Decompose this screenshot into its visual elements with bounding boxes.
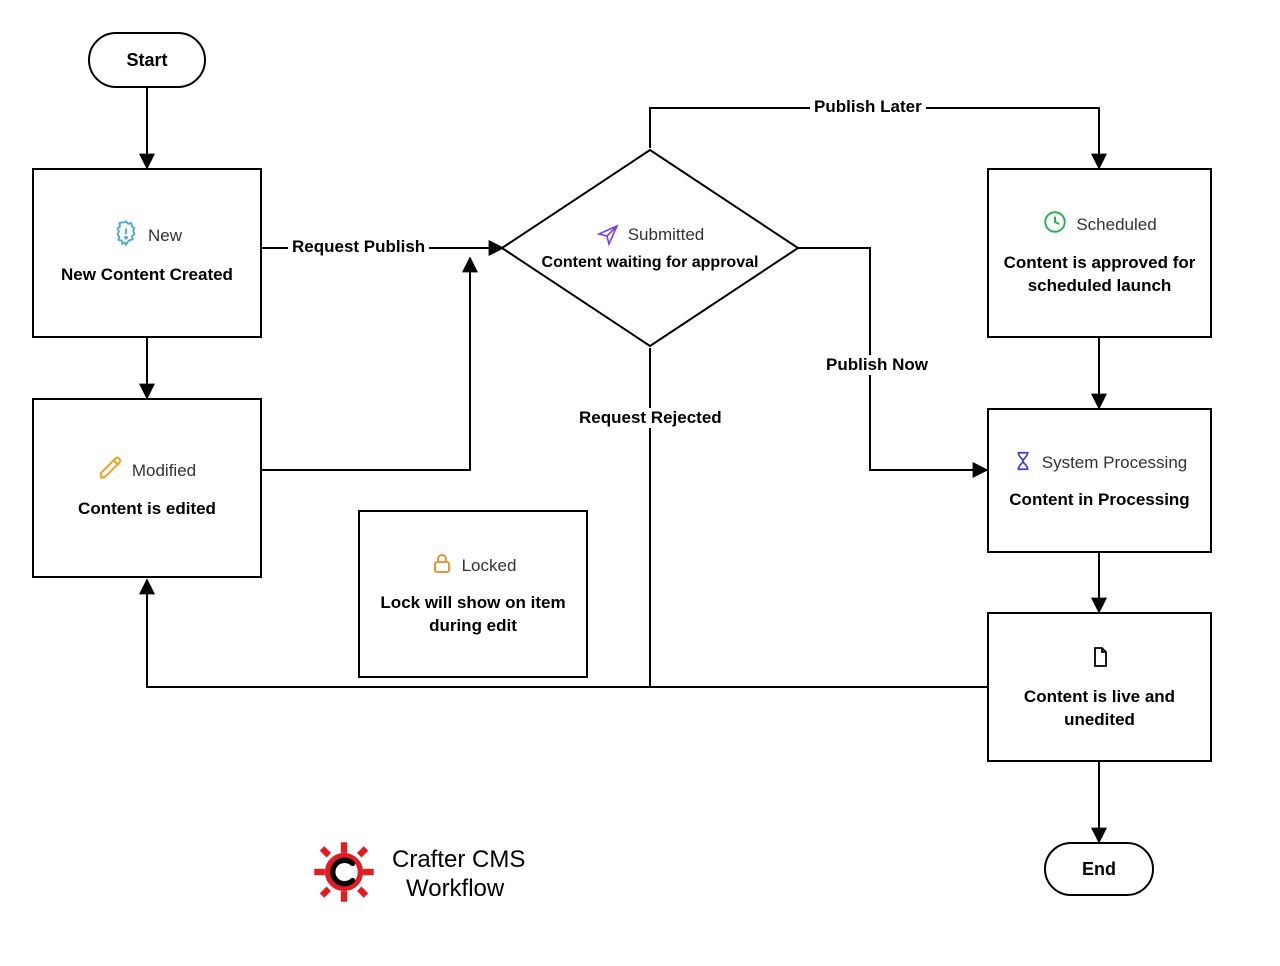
crafter-gear-logo-icon — [310, 838, 378, 911]
paper-plane-icon — [596, 223, 620, 247]
branding-line1: Crafter CMS — [392, 846, 525, 875]
node-locked: Locked Lock will show on item during edi… — [358, 510, 588, 678]
new-caption: New Content Created — [61, 264, 233, 286]
node-live: Content is live and unedited — [987, 612, 1212, 762]
scheduled-caption: Content is approved for scheduled launch — [997, 252, 1202, 296]
pencil-icon — [98, 455, 124, 486]
node-new: New New Content Created — [32, 168, 262, 338]
submitted-icon-label: Submitted — [628, 225, 705, 245]
locked-icon-label: Locked — [462, 556, 517, 576]
start-label: Start — [126, 50, 167, 71]
locked-caption: Lock will show on item during edit — [368, 592, 578, 636]
edge-publish-now: Publish Now — [822, 355, 932, 375]
edge-request-publish: Request Publish — [288, 237, 429, 257]
node-scheduled: Scheduled Content is approved for schedu… — [987, 168, 1212, 338]
node-submitted: Submitted Content waiting for approval — [500, 148, 800, 348]
clock-icon — [1042, 209, 1068, 240]
scheduled-icon-label: Scheduled — [1076, 215, 1156, 235]
new-badge-icon — [112, 219, 140, 252]
submitted-caption: Content waiting for approval — [542, 253, 759, 274]
modified-icon-label: Modified — [132, 461, 196, 481]
node-modified: Modified Content is edited — [32, 398, 262, 578]
processing-icon-label: System Processing — [1042, 453, 1188, 473]
modified-caption: Content is edited — [78, 498, 216, 520]
hourglass-icon — [1012, 450, 1034, 477]
end-terminator: End — [1044, 842, 1154, 896]
edge-publish-later: Publish Later — [810, 97, 926, 117]
branding: Crafter CMS Workflow — [310, 838, 525, 911]
lock-icon — [430, 551, 454, 580]
edge-request-rejected: Request Rejected — [575, 408, 726, 428]
branding-line2: Workflow — [392, 875, 525, 904]
document-icon — [1088, 643, 1112, 676]
processing-caption: Content in Processing — [1009, 489, 1189, 511]
end-label: End — [1082, 859, 1116, 880]
node-processing: System Processing Content in Processing — [987, 408, 1212, 553]
new-icon-label: New — [148, 226, 182, 246]
start-terminator: Start — [88, 32, 206, 88]
live-caption: Content is live and unedited — [997, 686, 1202, 730]
